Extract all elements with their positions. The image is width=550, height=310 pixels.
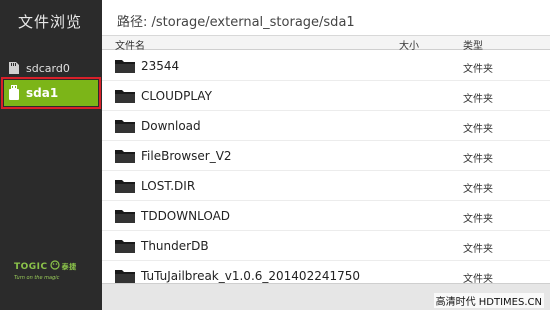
logo-cn: 泰捷 (61, 262, 77, 271)
file-name: TuTuJailbreak_v1.0.6_201402241750 (141, 269, 361, 283)
file-type: 文件夹 (463, 244, 493, 255)
sidebar-item-label: sdcard0 (26, 61, 70, 75)
sdcard-icon (8, 61, 20, 75)
file-name: TDDOWNLOAD (141, 209, 231, 223)
file-row[interactable]: TDDOWNLOAD 文件夹 (102, 201, 550, 231)
sidebar-item-sdcard0[interactable]: sdcard0 (4, 55, 98, 81)
folder-icon (114, 148, 136, 164)
file-type: 文件夹 (463, 64, 493, 75)
logo-face-icon (50, 260, 60, 273)
column-header-name[interactable]: 文件名 (115, 37, 145, 52)
folder-icon (114, 208, 136, 224)
app-title: 文件浏览 (18, 13, 83, 31)
folder-icon (114, 178, 136, 194)
column-header-type[interactable]: 类型 (463, 37, 483, 52)
column-header: 文件名 大小 类型 (102, 36, 550, 52)
column-header-size[interactable]: 大小 (399, 37, 419, 52)
logo-text: TOGIC (14, 261, 48, 272)
file-browser-panel: 路径: /storage/external_storage/sda1 文件名 大… (102, 0, 550, 310)
sidebar-item-sda1[interactable]: sda1 (1, 77, 101, 109)
sidebar: 文件浏览 sdcard0 sda1 TOGIC 泰捷 Turn on the m… (0, 0, 102, 310)
file-name: FileBrowser_V2 (141, 149, 232, 163)
file-row[interactable]: LOST.DIR 文件夹 (102, 171, 550, 201)
file-row[interactable]: FileBrowser_V2 文件夹 (102, 141, 550, 171)
file-name: ThunderDB (141, 239, 209, 253)
usb-drive-icon (8, 85, 20, 101)
file-type: 文件夹 (463, 214, 493, 225)
folder-icon (114, 58, 136, 74)
file-name: 23544 (141, 59, 180, 73)
file-row[interactable]: Download 文件夹 (102, 111, 550, 141)
folder-icon (114, 118, 136, 134)
logo-tagline: Turn on the magic (14, 275, 60, 281)
watermark: 高清时代 HDTIMES.CN (433, 293, 544, 308)
path-label: 路径: /storage/external_storage/sda1 (117, 15, 355, 30)
file-row[interactable]: 23544 文件夹 (102, 51, 550, 81)
file-name: CLOUDPLAY (141, 89, 212, 103)
file-name: Download (141, 119, 201, 133)
folder-icon (114, 88, 136, 104)
file-type: 文件夹 (463, 124, 493, 135)
file-type: 文件夹 (463, 184, 493, 195)
file-name: LOST.DIR (141, 179, 196, 193)
file-list: 23544 文件夹 CLOUDPLAY 文件夹 Download 文件夹 Fil… (102, 51, 550, 291)
file-type: 文件夹 (463, 94, 493, 105)
togic-logo: TOGIC 泰捷 Turn on the magic (14, 260, 77, 281)
file-row[interactable]: ThunderDB 文件夹 (102, 231, 550, 261)
file-row[interactable]: CLOUDPLAY 文件夹 (102, 81, 550, 111)
path-bar: 路径: /storage/external_storage/sda1 (102, 0, 550, 36)
sidebar-item-label: sda1 (26, 86, 59, 100)
file-type: 文件夹 (463, 154, 493, 165)
folder-icon (114, 268, 136, 284)
folder-icon (114, 238, 136, 254)
